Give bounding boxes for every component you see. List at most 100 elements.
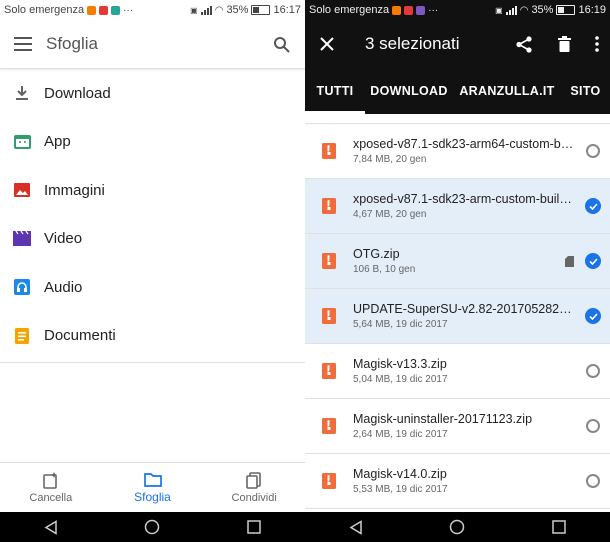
wifi-icon: ◠ [519,4,529,16]
nfc-icon: ▣ [495,5,503,15]
share-icon [516,35,532,53]
more-options-button[interactable] [584,36,610,52]
bottom-nav-condividi[interactable]: Condividi [203,463,305,512]
nav-item-audio[interactable]: Audio [0,263,305,312]
home-button[interactable] [427,519,487,535]
file-row[interactable]: UPDATE-SuperSU-v2.82-20170528234214.zip 5… [305,288,610,344]
menu-button[interactable] [0,37,46,51]
nav-item-label: App [44,133,71,151]
bottom-nav-label: Cancella [29,491,73,504]
select-checkbox[interactable] [576,253,610,269]
nav-item-app[interactable]: App [0,118,305,167]
file-row[interactable]: Magisk-v13.3.zip 5,04 MB, 19 dic 2017 [305,343,610,399]
zip-file-icon [322,308,336,324]
tab-tutti[interactable]: TUTTI [305,68,365,114]
select-checkbox[interactable] [576,198,610,214]
nav-item-immagini[interactable]: Immagini [0,166,305,215]
close-icon [320,37,334,51]
battery-icon [556,5,576,15]
files-selection-screen: Solo emergenza ··· ▣ ◠ 35% 16:19 3 selez… [305,0,610,512]
file-meta: 7,84 MB, 20 gen [353,154,427,165]
tab-download[interactable]: DOWNLOAD [365,68,453,114]
carrier-label: Solo emergenza [309,4,390,16]
recents-square-icon [247,520,261,534]
bottom-nav-cancella[interactable]: Cancella [0,463,102,512]
home-circle-icon [450,519,465,535]
share-button[interactable] [504,35,544,53]
zip-file-icon [322,363,336,379]
tab-aranzulla[interactable]: ARANZULLA.IT [453,68,561,114]
page-title: Sfoglia [46,34,98,53]
file-name: Magisk-uninstaller-20171123.zip [353,412,533,426]
zip-file-icon [322,418,336,434]
file-meta: 5,53 MB, 19 dic 2017 [353,484,448,495]
clock: 16:17 [273,4,301,16]
file-meta: 4,67 MB, 20 gen [353,209,427,220]
bottom-nav-sfoglia[interactable]: Sfoglia [102,463,204,512]
category-list: Download App Immagini Video Audio Docume… [0,69,305,363]
recents-square-icon [552,520,566,534]
carrier-label: Solo emergenza [4,4,85,16]
youtube-icon [404,5,414,15]
select-radio[interactable] [576,144,610,158]
recents-button[interactable] [224,520,284,534]
files-browse-screen: Solo emergenza ··· ▣ ◠ 35% 16:17 Sfoglia… [0,0,305,512]
file-name: UPDATE-SuperSU-v2.82-20170528234214.zip [353,302,576,316]
selection-count: 3 selezionati [365,34,460,53]
close-selection-button[interactable] [305,37,349,51]
unchecked-circle-icon [586,364,600,378]
back-triangle-icon [349,519,362,535]
video-icon [13,231,31,247]
delete-button[interactable] [544,36,584,52]
select-radio[interactable] [576,364,610,378]
headphones-icon [14,279,30,296]
file-list: xposed-v87.1-sdk23-arm64-custom-build-by… [305,114,610,509]
file-row[interactable]: xposed-v87.1-sdk23-arm64-custom-build-by… [305,123,610,179]
nav-item-documenti[interactable]: Documenti [0,312,305,361]
zip-file-icon [322,473,336,489]
back-button[interactable] [326,519,386,535]
search-button[interactable] [257,36,305,53]
status-bar: Solo emergenza ··· ▣ ◠ 35% 16:19 [305,0,610,20]
file-row[interactable]: Magisk-uninstaller-20171123.zip 2,64 MB, … [305,398,610,454]
tab-label: DOWNLOAD [370,84,448,98]
file-row[interactable]: OTG.zip 106 B, 10 gen [305,233,610,289]
home-button[interactable] [122,519,182,535]
file-meta: 5,64 MB, 19 dic 2017 [353,319,448,330]
file-row[interactable]: Magisk-v14.0.zip 5,53 MB, 19 dic 2017 [305,453,610,509]
tab-label: TUTTI [316,84,354,98]
file-row[interactable]: xposed-v87.1-sdk23-arm-custom-build-by-y… [305,178,610,234]
hamburger-icon [14,37,32,51]
download-icon [16,86,28,101]
tab-label: SITO [570,84,601,98]
bottom-nav-label: Condividi [231,491,277,504]
tab-sito[interactable]: SITO [561,68,610,114]
unchecked-circle-icon [586,419,600,433]
back-button[interactable] [21,519,81,535]
tab-label: ARANZULLA.IT [459,84,555,98]
nfc-icon: ▣ [190,5,198,15]
select-radio[interactable] [576,419,610,433]
file-meta: 5,04 MB, 19 dic 2017 [353,374,448,385]
system-navigation-bar [305,512,610,542]
nav-item-video[interactable]: Video [0,215,305,264]
check-circle-icon [585,308,601,324]
more-vert-icon [595,36,599,52]
notification-icon [87,5,97,15]
select-checkbox[interactable] [576,308,610,324]
unchecked-circle-icon [586,474,600,488]
sd-card-icon [564,255,574,267]
recents-button[interactable] [529,520,589,534]
youtube-icon [99,5,109,15]
file-name: xposed-v87.1-sdk23-arm-custom-build-by-y… [353,192,576,206]
nav-item-download[interactable]: Download [0,69,305,118]
battery-percent: 35% [531,4,554,16]
home-circle-icon [145,519,160,535]
nav-item-label: Immagini [44,181,105,199]
image-icon [14,183,30,198]
select-radio[interactable] [576,474,610,488]
clean-icon [43,471,57,489]
document-icon [15,327,29,344]
status-bar: Solo emergenza ··· ▣ ◠ 35% 16:17 [0,0,305,20]
share-files-icon [246,471,261,489]
